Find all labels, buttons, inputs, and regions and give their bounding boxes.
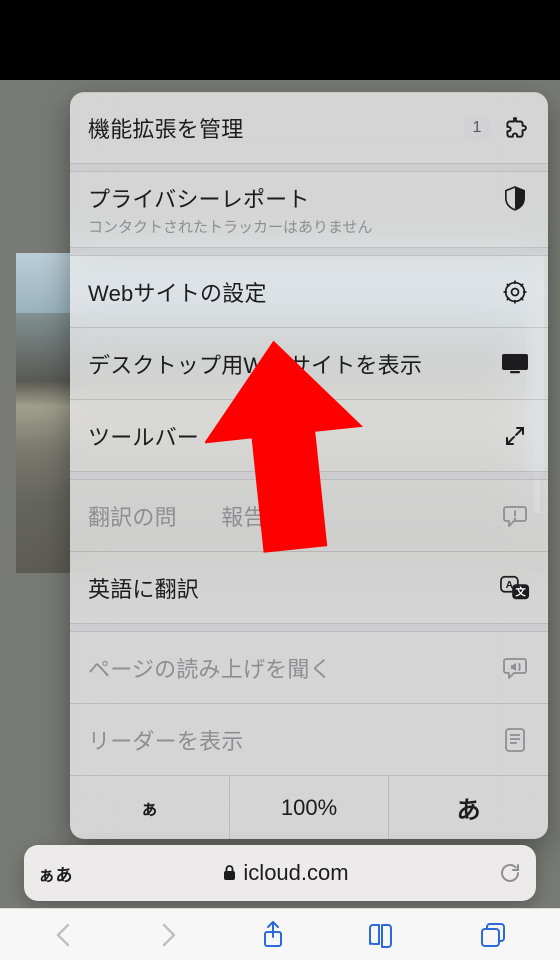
- privacy-report-row[interactable]: プライバシーレポート コンタクトされたトラッカーはありません: [70, 172, 548, 248]
- page-format-button[interactable]: ぁあ: [38, 861, 73, 886]
- zoom-control-row: ぁ 100% あ: [70, 776, 548, 839]
- manage-extensions-label: 機能拡張を管理: [88, 112, 464, 144]
- report-translation-row[interactable]: 翻訳の問＿＿報告: [70, 480, 548, 552]
- svg-text:文: 文: [514, 585, 526, 598]
- extensions-count-badge: 1: [464, 115, 490, 141]
- website-settings-label: Webサイトの設定: [88, 276, 500, 308]
- website-settings-row[interactable]: Webサイトの設定: [70, 256, 548, 328]
- manage-extensions-row[interactable]: 機能拡張を管理 1: [70, 92, 548, 164]
- translate-to-english-label: 英語に翻訳: [88, 572, 500, 604]
- page-actions-popup: 機能拡張を管理 1 プライバシーレポート コンタクトされたトラッカーはありません…: [70, 92, 548, 839]
- shield-half-icon: [500, 185, 530, 211]
- request-desktop-site-label: デスクトップ用Webサイトを表示: [88, 348, 500, 380]
- zoom-percent[interactable]: 100%: [229, 776, 389, 839]
- hide-toolbar-label-pre: ツールバー: [88, 425, 199, 450]
- tabs-button[interactable]: [479, 921, 507, 949]
- hide-toolbar-label-post: 示: [288, 425, 310, 450]
- report-translation-label-post: 報告: [221, 505, 265, 530]
- zoom-out-button[interactable]: ぁ: [70, 776, 229, 839]
- separator: [70, 164, 548, 172]
- privacy-report-subtext: コンタクトされたトラッカーはありません: [88, 216, 530, 237]
- translate-to-english-row[interactable]: 英語に翻訳 A 文: [70, 552, 548, 624]
- url-display[interactable]: icloud.com: [73, 860, 498, 886]
- separator: [70, 472, 548, 480]
- share-button[interactable]: [261, 920, 285, 950]
- hide-toolbar-label: ツールバー＿＿＿＿示: [88, 420, 500, 452]
- desktop-icon: [500, 353, 530, 375]
- translate-icon: A 文: [500, 575, 530, 601]
- back-button[interactable]: [53, 921, 75, 949]
- puzzle-icon: [500, 115, 530, 141]
- bookmarks-button[interactable]: [367, 922, 397, 948]
- expand-diagonal-icon: [500, 424, 530, 448]
- hide-toolbar-row[interactable]: ツールバー＿＿＿＿示: [70, 400, 548, 472]
- browser-toolbar: [0, 908, 560, 960]
- speaker-bubble-icon: [500, 656, 530, 680]
- forward-button[interactable]: [157, 921, 179, 949]
- listen-to-page-row[interactable]: ページの読み上げを聞く: [70, 632, 548, 704]
- report-translation-label-pre: 翻訳の問: [88, 505, 177, 530]
- reload-button[interactable]: [498, 861, 522, 885]
- zoom-in-button[interactable]: あ: [388, 776, 548, 839]
- reader-icon: [500, 727, 530, 753]
- lock-icon: [222, 864, 237, 882]
- url-host: icloud.com: [243, 860, 348, 886]
- report-bubble-icon: [500, 504, 530, 528]
- separator: [70, 624, 548, 632]
- url-bar[interactable]: ぁあ icloud.com: [24, 845, 536, 901]
- gear-icon: [500, 279, 530, 305]
- separator: [70, 248, 548, 256]
- request-desktop-site-row[interactable]: デスクトップ用Webサイトを表示: [70, 328, 548, 400]
- report-translation-label: 翻訳の問＿＿報告: [88, 500, 500, 532]
- listen-to-page-label: ページの読み上げを聞く: [88, 652, 500, 684]
- privacy-report-label: プライバシーレポート: [88, 182, 500, 214]
- show-reader-row[interactable]: リーダーを表示: [70, 704, 548, 776]
- show-reader-label: リーダーを表示: [88, 724, 500, 756]
